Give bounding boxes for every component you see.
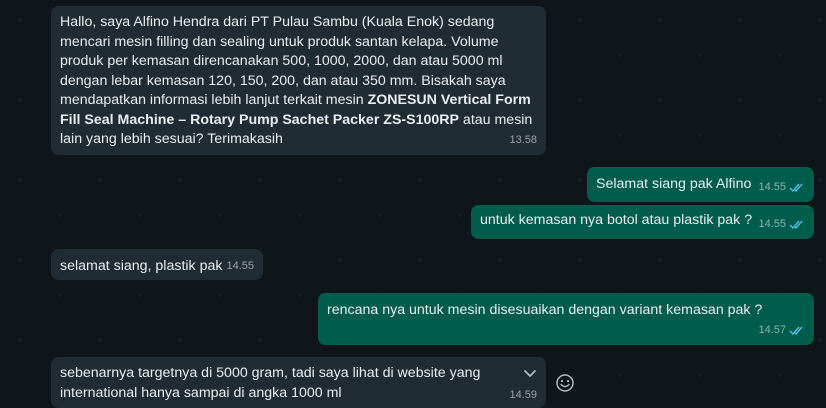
chevron-down-icon[interactable] xyxy=(522,366,538,382)
message-bubble-incoming[interactable]: selamat siang, plastik pak 14.55 xyxy=(51,249,263,280)
double-check-icon xyxy=(789,183,803,192)
double-check-icon xyxy=(789,326,803,335)
message-text: Selamat siang pak Alfino xyxy=(596,176,752,192)
message-bubble-outgoing[interactable]: Selamat siang pak Alfino 14.55 xyxy=(587,167,814,202)
message-time: 14.55 xyxy=(758,215,805,235)
message-time: 14.55 xyxy=(226,259,254,272)
message-time: 14.55 xyxy=(758,178,805,198)
message-text: sebenarnya targetnya di 5000 gram, tadi … xyxy=(60,365,481,401)
message-text: untuk kemasan nya botol atau plastik pak… xyxy=(480,212,753,228)
message-text: rencana nya untuk mesin disesuaikan deng… xyxy=(327,302,763,318)
message-time: 14.57 xyxy=(758,321,805,341)
message-bubble-incoming[interactable]: Hallo, saya Alfino Hendra dari PT Pulau … xyxy=(51,6,546,155)
message-time: 13.58 xyxy=(509,133,537,146)
double-check-icon xyxy=(789,220,803,229)
message-bubble-outgoing[interactable]: untuk kemasan nya botol atau plastik pak… xyxy=(471,205,814,239)
message-bubble-outgoing[interactable]: rencana nya untuk mesin disesuaikan deng… xyxy=(318,293,814,345)
message-time: 14.59 xyxy=(509,388,537,401)
message-bubble-incoming[interactable]: sebenarnya targetnya di 5000 gram, tadi … xyxy=(51,357,546,408)
message-text: selamat siang, plastik pak xyxy=(60,258,223,274)
emoji-icon[interactable] xyxy=(555,373,575,393)
message-text: Hallo, saya Alfino Hendra dari PT Pulau … xyxy=(60,14,533,147)
